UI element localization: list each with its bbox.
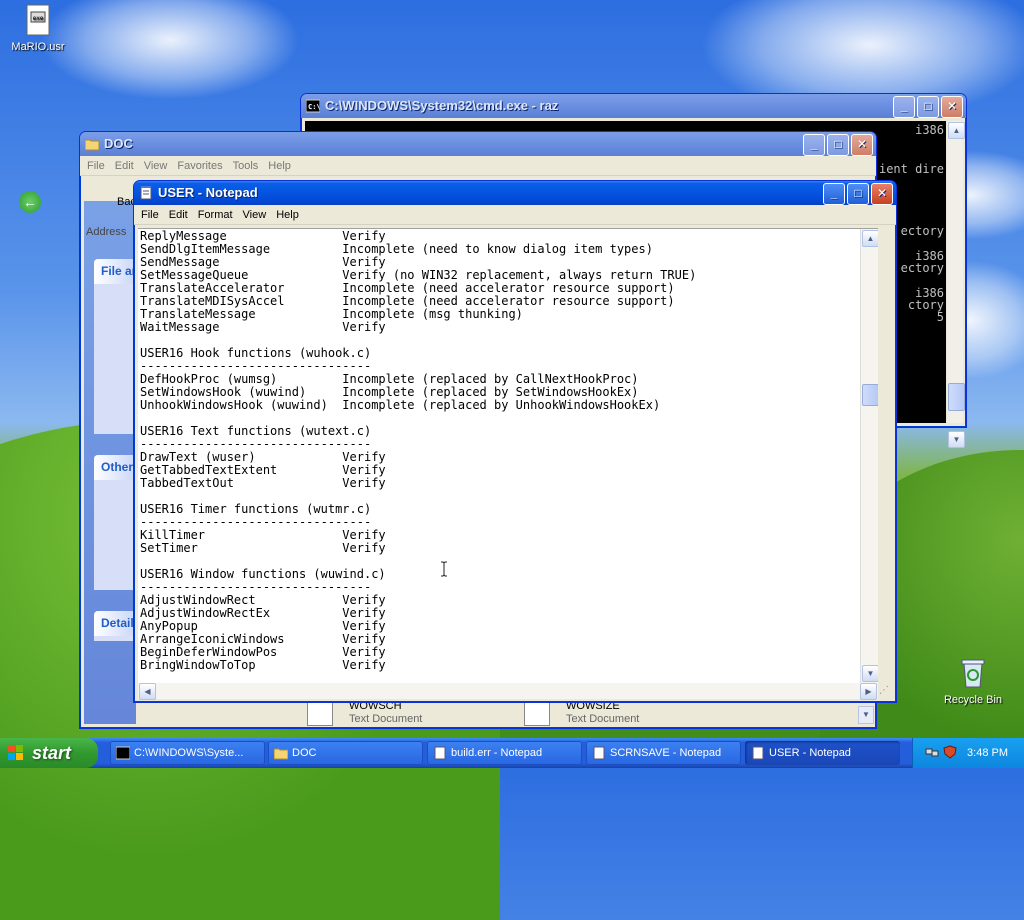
scroll-down-icon[interactable]: ▼ [858, 706, 874, 724]
menu-view[interactable]: View [141, 160, 175, 172]
network-icon[interactable] [925, 745, 939, 759]
minimize-button[interactable]: _ [893, 96, 915, 118]
notepad-menubar: File Edit Format View Help [134, 205, 896, 225]
svg-text:exe: exe [33, 15, 44, 22]
horizontal-scrollbar[interactable]: ◀ ▶ [138, 683, 878, 700]
svg-text:C:\: C:\ [308, 103, 320, 111]
clock[interactable]: 3:48 PM [967, 738, 1008, 768]
task-build-err[interactable]: build.err - Notepad [427, 741, 582, 765]
text-content: ReplyMessage Verify SendDlgItemMessage In… [140, 230, 696, 672]
close-button[interactable]: ✕ [851, 134, 873, 156]
menu-edit[interactable]: Edit [112, 160, 141, 172]
file-type: Text Document [349, 713, 423, 725]
maximize-button[interactable]: □ [847, 183, 869, 205]
notepad-icon [752, 746, 764, 760]
desktop-icon-recycle-bin[interactable]: Recycle Bin [938, 657, 1008, 706]
maximize-button[interactable]: □ [917, 96, 939, 118]
text-document-icon[interactable] [307, 702, 333, 726]
console-line: ectory [900, 224, 944, 238]
minimize-button[interactable]: _ [823, 183, 845, 205]
notepad-icon [140, 186, 152, 200]
explorer-titlebar[interactable]: DOC _ □ ✕ [80, 132, 876, 156]
console-scrollbar[interactable]: ▲ ▼ [947, 121, 965, 448]
notepad-text-area[interactable]: ReplyMessage Verify SendDlgItemMessage In… [138, 228, 878, 683]
console-line: i386 [915, 123, 944, 137]
menu-help[interactable]: Help [273, 209, 306, 221]
shield-icon[interactable] [943, 745, 957, 759]
task-cmd[interactable]: C:\WINDOWS\Syste... [110, 741, 265, 765]
desktop-icon-mario[interactable]: exe MaRIO.usr [3, 4, 73, 53]
back-button[interactable]: ← [19, 191, 41, 213]
scroll-thumb[interactable] [948, 383, 965, 411]
explorer-title: DOC [104, 136, 133, 151]
folder-icon [274, 748, 288, 760]
console-line: ient dire [878, 162, 944, 176]
task-label: USER - Notepad [769, 747, 851, 759]
vertical-scrollbar[interactable]: ▲ ▼ [860, 229, 878, 683]
notepad-titlebar[interactable]: USER - Notepad _ □ ✕ [134, 181, 896, 205]
menu-tools[interactable]: Tools [230, 160, 266, 172]
notepad-icon [434, 746, 446, 760]
minimize-button[interactable]: _ [803, 134, 825, 156]
cmd-icon [116, 746, 130, 760]
console-line: ectory [900, 261, 944, 275]
task-label: SCRNSAVE - Notepad [610, 747, 722, 759]
cmd-titlebar[interactable]: C:\ C:\WINDOWS\System32\cmd.exe - raz _ … [301, 94, 966, 118]
document-icon: exe [26, 4, 50, 36]
folder-icon [85, 139, 99, 151]
menu-format[interactable]: Format [195, 209, 240, 221]
menu-edit[interactable]: Edit [166, 209, 195, 221]
text-line: SetTimer Verify [140, 541, 386, 555]
scroll-down-icon[interactable]: ▼ [862, 665, 878, 682]
task-scrnsave[interactable]: SCRNSAVE - Notepad [586, 741, 741, 765]
menu-view[interactable]: View [240, 209, 274, 221]
recycle-bin-icon [961, 659, 985, 688]
task-pane: File and Folder Tasks Other Places Detai… [84, 201, 139, 724]
system-tray: 3:48 PM [912, 738, 1024, 768]
console-line: 5 [936, 310, 944, 324]
file-type: Text Document [566, 713, 640, 725]
explorer-menubar: File Edit View Favorites Tools Help [80, 156, 876, 176]
desktop-icon-label: MaRIO.usr [11, 41, 65, 53]
desktop-icon-label: Recycle Bin [943, 694, 1003, 706]
taskbar: start C:\WINDOWS\Syste... DOC build.err … [0, 738, 1024, 768]
task-doc[interactable]: DOC [268, 741, 423, 765]
text-line: TabbedTextOut Verify [140, 476, 386, 490]
text-cursor-icon [441, 561, 447, 577]
resize-grip-icon[interactable]: ⋰ [879, 685, 893, 699]
notepad-icon [593, 746, 605, 760]
text-document-icon[interactable] [524, 702, 550, 726]
scroll-right-icon[interactable]: ▶ [860, 683, 877, 700]
menu-file[interactable]: File [138, 209, 166, 221]
file-item[interactable]: WOWSCH Text Document [349, 700, 422, 726]
text-line: UnhookWindowsHook (wuwind) Incomplete (r… [140, 398, 661, 412]
text-line: WaitMessage Verify [140, 320, 386, 334]
cmd-icon: C:\ [306, 99, 320, 113]
notepad-title: USER - Notepad [158, 185, 258, 200]
task-label: DOC [292, 747, 317, 759]
menu-help[interactable]: Help [265, 160, 298, 172]
maximize-button[interactable]: □ [827, 134, 849, 156]
scroll-left-icon[interactable]: ◀ [139, 683, 156, 700]
text-line: BringWindowToTop Verify [140, 658, 386, 672]
scroll-down-icon[interactable]: ▼ [948, 431, 965, 448]
task-user-notepad[interactable]: USER - Notepad [745, 741, 900, 765]
task-label: build.err - Notepad [451, 747, 543, 759]
scroll-up-icon[interactable]: ▲ [948, 122, 965, 139]
menu-favorites[interactable]: Favorites [174, 160, 229, 172]
close-button[interactable]: ✕ [871, 183, 893, 205]
close-button[interactable]: ✕ [941, 96, 963, 118]
file-item[interactable]: WOWSIZE Text Document [566, 700, 639, 726]
menu-file[interactable]: File [84, 160, 112, 172]
scroll-up-icon[interactable]: ▲ [862, 230, 878, 247]
start-button[interactable]: start [0, 738, 98, 768]
start-label: start [32, 743, 72, 763]
address-label: Address [86, 226, 127, 238]
cmd-title: C:\WINDOWS\System32\cmd.exe - raz [325, 98, 559, 113]
task-label: C:\WINDOWS\Syste... [134, 747, 244, 759]
notepad-window[interactable]: USER - Notepad _ □ ✕ File Edit Format Vi… [133, 180, 897, 703]
scroll-thumb[interactable] [862, 384, 878, 406]
windows-logo-icon [8, 745, 23, 760]
